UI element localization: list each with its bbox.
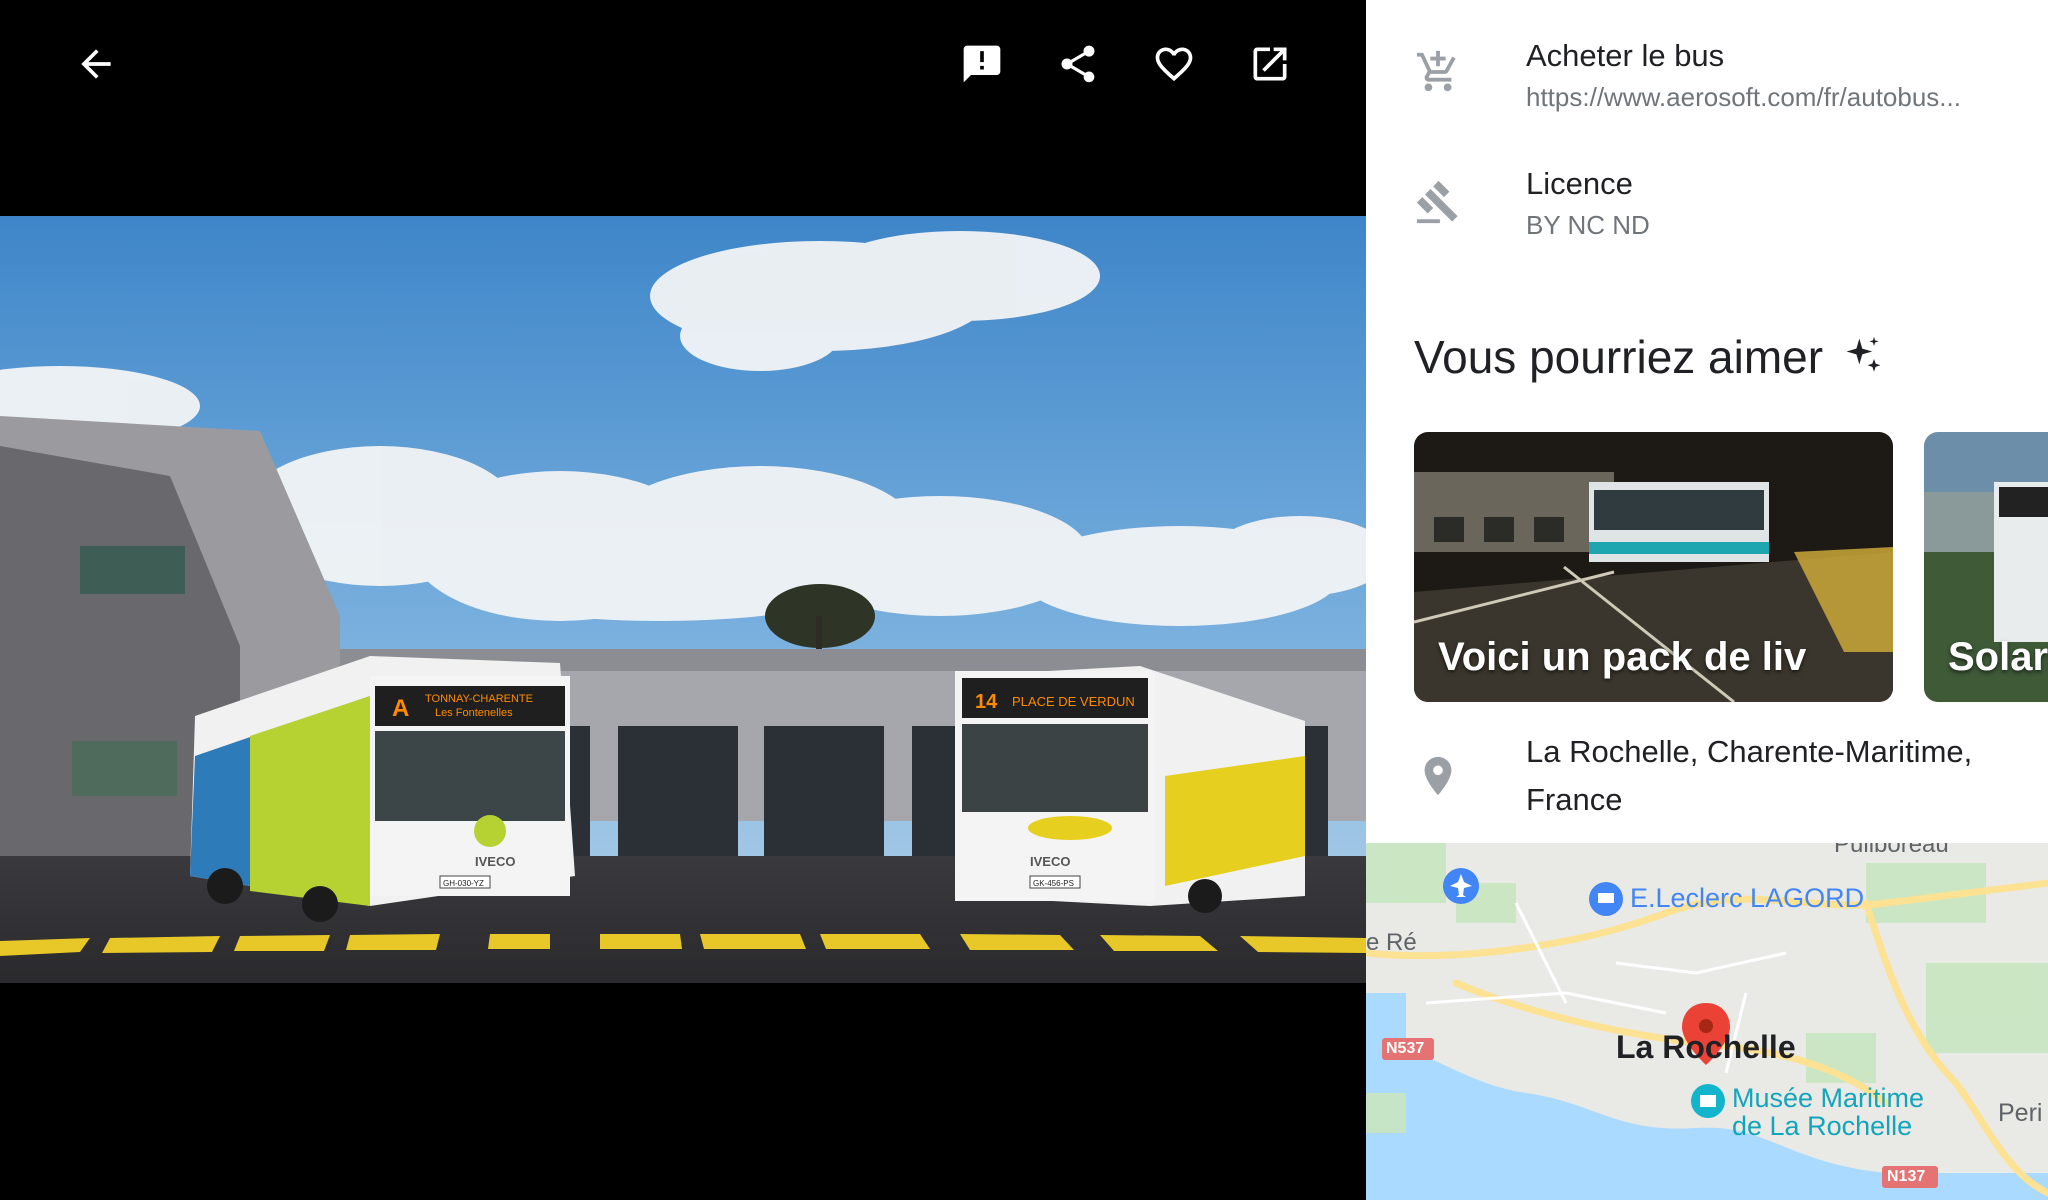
recommendations-heading: Vous pourriez aimer <box>1414 330 1885 384</box>
photo-viewer: A TONNAY-CHARENTE Les Fontenelles IVECO … <box>0 0 1366 1200</box>
buy-title: Acheter le bus <box>1526 38 1725 73</box>
bus-left-brand: IVECO <box>475 854 515 869</box>
map-label-museum-2: de La Rochelle <box>1732 1111 1913 1141</box>
buy-row[interactable]: Acheter le bus https://www.aerosoft.com/… <box>1366 0 2048 120</box>
bus-left-plate: GH-030-YZ <box>443 879 484 888</box>
recommendation-card-label: Voici un pack de liv <box>1438 635 1807 679</box>
buy-link[interactable]: https://www.aerosoft.com/fr/autobus... <box>1526 82 1961 113</box>
info-panel: Acheter le bus https://www.aerosoft.com/… <box>1366 0 2048 843</box>
location-text: La Rochelle, Charente-Maritime, France <box>1526 734 1973 817</box>
bus-left-dest2: Les Fontenelles <box>435 707 513 719</box>
map-label-store: E.Leclerc LAGORD <box>1630 883 1865 913</box>
airport-marker <box>1443 868 1479 904</box>
gavel-icon <box>1412 176 1464 228</box>
museum-marker <box>1691 1084 1725 1118</box>
map-label-island: e Ré <box>1366 929 1417 956</box>
sparkle-icon <box>1846 336 1881 372</box>
open-in-new-icon <box>1253 47 1287 81</box>
location-map[interactable]: Puilboreau E.Leclerc LAGORD e Ré N537 La… <box>1366 843 2048 1200</box>
open-in-new-button[interactable] <box>1238 32 1302 96</box>
license-title: Licence <box>1526 166 1633 201</box>
back-button[interactable] <box>64 32 128 96</box>
bus-depot-photo[interactable]: A TONNAY-CHARENTE Les Fontenelles IVECO … <box>0 216 1366 983</box>
license-value: BY NC ND <box>1526 210 1650 240</box>
bus-right-route: 14 <box>975 691 998 713</box>
map-label-city: La Rochelle <box>1616 1029 1796 1065</box>
bus-right-plate: GK-456-PS <box>1033 879 1074 888</box>
add-shopping-cart-icon <box>1412 46 1464 98</box>
report-button[interactable] <box>950 32 1014 96</box>
map-label-town: Puilboreau <box>1834 843 1949 858</box>
recommendation-card-label: Solari <box>1948 635 2048 679</box>
favorite-button[interactable] <box>1142 32 1206 96</box>
shopping-marker <box>1589 882 1623 916</box>
map-road-shield-west: N537 <box>1386 1040 1425 1057</box>
license-row[interactable]: Licence BY NC ND <box>1366 150 2048 260</box>
viewer-toolbar <box>0 0 1366 130</box>
share-icon <box>1061 45 1095 83</box>
bus-right-dest: PLACE DE VERDUN <box>1012 694 1135 709</box>
map-label-museum-1: Musée Maritime <box>1732 1083 1925 1113</box>
bus-right-brand: IVECO <box>1030 854 1070 869</box>
recommendation-card[interactable]: Voici un pack de liv <box>1414 432 1893 702</box>
place-pin-icon <box>1412 750 1464 802</box>
report-icon <box>963 45 1001 83</box>
bus-left-dest1: TONNAY-CHARENTE <box>425 693 533 705</box>
recommendations-title: Vous pourriez aimer <box>1414 331 1824 383</box>
recommendation-card[interactable]: Solari <box>1924 432 2048 702</box>
photo-scene: A TONNAY-CHARENTE Les Fontenelles IVECO … <box>0 216 1366 983</box>
bus-left-letter: A <box>392 695 409 722</box>
map-label-east: Peri <box>1998 1099 2043 1127</box>
share-button[interactable] <box>1046 32 1110 96</box>
arrow-back-icon <box>81 49 111 79</box>
heart-icon <box>1155 47 1193 82</box>
map-road-shield-south: N137 <box>1887 1168 1926 1185</box>
